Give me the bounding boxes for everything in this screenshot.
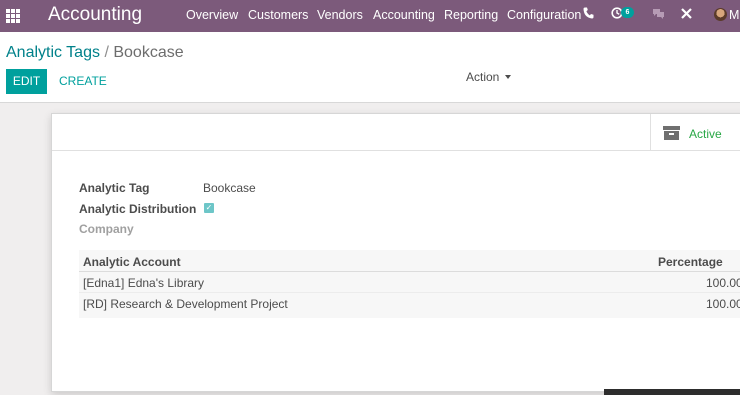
breadcrumb: Analytic Tags / Bookcase bbox=[6, 44, 184, 62]
row-percentage: 100.00 bbox=[706, 276, 740, 290]
active-label: Active bbox=[689, 127, 722, 141]
row-percentage: 100.00 bbox=[706, 297, 740, 311]
apps-grid-icon[interactable] bbox=[6, 9, 20, 23]
action-dropdown[interactable]: Action bbox=[466, 70, 512, 84]
table-row[interactable]: [Edna1] Edna's Library 100.00 bbox=[79, 272, 740, 293]
overlay-strip bbox=[604, 389, 740, 395]
analytic-distribution-checkbox: ✓ bbox=[204, 203, 214, 213]
column-header-percentage[interactable]: Percentage bbox=[658, 255, 723, 269]
analytic-tag-label: Analytic Tag bbox=[79, 181, 150, 195]
user-name[interactable]: M bbox=[729, 8, 739, 22]
activity-badge: 6 bbox=[621, 7, 634, 18]
breadcrumb-current: Bookcase bbox=[113, 44, 184, 61]
action-label: Action bbox=[466, 70, 500, 84]
analytic-distribution-label: Analytic Distribution bbox=[79, 202, 197, 216]
form-sheet: Active Analytic Tag Bookcase Analytic Di… bbox=[51, 113, 740, 392]
button-box: Active bbox=[52, 114, 740, 151]
archive-icon bbox=[663, 126, 680, 140]
breadcrumb-separator: / bbox=[104, 44, 109, 61]
control-panel: Analytic Tags / Bookcase EDIT CREATE Act… bbox=[0, 32, 740, 103]
caret-down-icon bbox=[505, 75, 512, 79]
menu-vendors[interactable]: Vendors bbox=[317, 8, 363, 22]
row-account: [Edna1] Edna's Library bbox=[83, 276, 205, 290]
table-row[interactable]: [RD] Research & Development Project 100.… bbox=[79, 293, 740, 314]
top-navbar: Accounting Overview Customers Vendors Ac… bbox=[0, 0, 740, 32]
close-icon[interactable] bbox=[681, 7, 692, 23]
menu-accounting[interactable]: Accounting bbox=[373, 8, 435, 22]
app-title[interactable]: Accounting bbox=[48, 4, 142, 26]
company-label: Company bbox=[79, 222, 134, 236]
breadcrumb-parent[interactable]: Analytic Tags bbox=[6, 44, 100, 61]
row-account: [RD] Research & Development Project bbox=[83, 297, 288, 311]
menu-customers[interactable]: Customers bbox=[248, 8, 308, 22]
analytic-tag-value: Bookcase bbox=[203, 181, 256, 195]
phone-icon[interactable] bbox=[583, 7, 594, 23]
chat-icon[interactable] bbox=[652, 7, 665, 23]
menu-configuration[interactable]: Configuration bbox=[507, 8, 581, 22]
edit-button[interactable]: EDIT bbox=[6, 69, 47, 94]
menu-reporting[interactable]: Reporting bbox=[444, 8, 498, 22]
avatar[interactable] bbox=[714, 8, 727, 21]
menu-overview[interactable]: Overview bbox=[186, 8, 238, 22]
active-toggle-button[interactable]: Active bbox=[650, 114, 740, 151]
create-button[interactable]: CREATE bbox=[59, 74, 107, 88]
distribution-table: Analytic Account Percentage [Edna1] Edna… bbox=[79, 250, 740, 318]
column-header-analytic-account[interactable]: Analytic Account bbox=[83, 255, 181, 269]
